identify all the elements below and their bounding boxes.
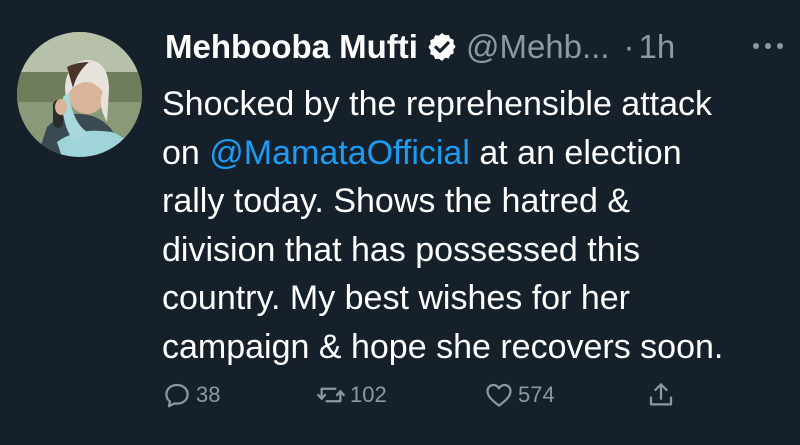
tweet-text-line: rally today. Shows the hatred &: [162, 182, 631, 220]
retweet-button[interactable]: 102: [316, 380, 387, 410]
avatar[interactable]: [17, 32, 142, 157]
mention-link[interactable]: @MamataOfficial: [209, 134, 470, 172]
more-options-icon[interactable]: [751, 38, 787, 54]
timestamp[interactable]: 1h: [639, 28, 676, 66]
retweet-icon: [317, 387, 345, 403]
heart-icon: [486, 383, 512, 407]
author-name[interactable]: Mehbooba Mufti: [165, 28, 418, 66]
reply-count: 38: [196, 382, 221, 407]
author-handle[interactable]: @Mehb...: [466, 28, 610, 66]
verified-badge-icon: [426, 31, 458, 63]
share-icon: [649, 383, 673, 406]
share-button[interactable]: [646, 380, 680, 410]
tweet-text-line: on @MamataOfficial at an election: [162, 129, 792, 178]
retweet-count: 102: [350, 382, 387, 407]
tweet-actions: 38 102 574: [162, 380, 682, 420]
tweet-text-segment: at an election: [469, 133, 682, 172]
tweet-text-line: campaign & hope she recovers soon.: [162, 327, 724, 366]
tweet-text-line: division that has possessed this: [162, 230, 641, 269]
reply-button[interactable]: 38: [162, 380, 220, 410]
reply-icon: [165, 383, 189, 408]
tweet-text-line: Shocked by the reprehensible attack: [162, 85, 713, 123]
tweet-card[interactable]: Mehbooba Mufti @Mehb... · 1h Shocked by …: [0, 0, 800, 445]
tweet-text-segment: on: [162, 133, 210, 172]
tweet-text-line: country. My best wishes for her: [162, 279, 630, 317]
like-count: 574: [518, 382, 555, 407]
tweet-text: Shocked by the reprehensible attack on @…: [162, 80, 792, 371]
tweet-header: Mehbooba Mufti @Mehb... · 1h: [165, 22, 675, 72]
like-button[interactable]: 574: [484, 380, 555, 410]
separator-dot: ·: [623, 28, 635, 65]
